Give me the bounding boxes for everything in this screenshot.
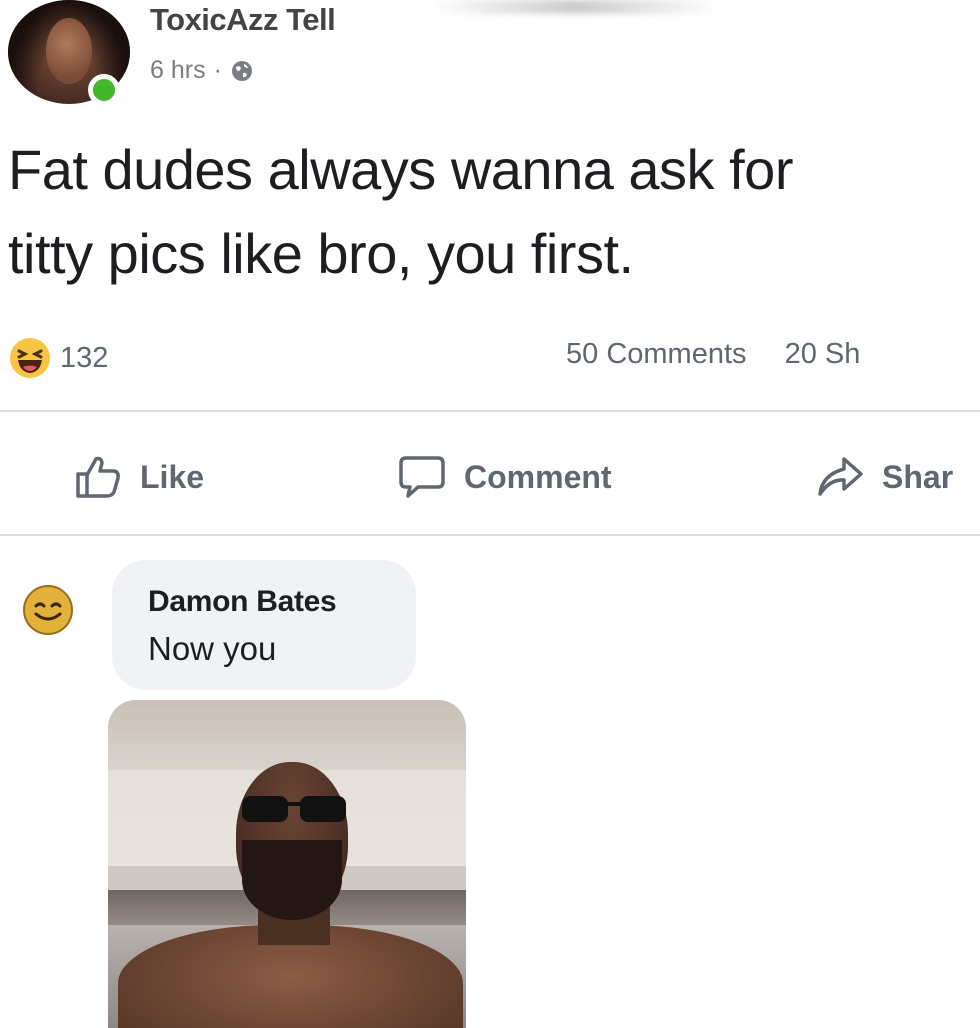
like-button[interactable]: Like bbox=[74, 454, 204, 500]
share-label: Shar bbox=[882, 458, 954, 495]
poster-name[interactable]: ToxicAzz Tell bbox=[150, 2, 336, 38]
photo-person-beard bbox=[242, 840, 342, 920]
post-timestamp[interactable]: 6 hrs bbox=[150, 56, 206, 85]
comments-count[interactable]: 50 Comments bbox=[566, 338, 747, 370]
photo-ceiling bbox=[108, 700, 466, 770]
reaction-count: 132 bbox=[60, 341, 109, 374]
comment-bubble bbox=[112, 560, 416, 690]
avatar-face bbox=[46, 18, 92, 84]
engagement-counts: 50 Comments 20 Sh bbox=[566, 338, 860, 371]
thumbs-up-icon bbox=[76, 456, 120, 498]
online-status-dot bbox=[88, 74, 120, 106]
commenter-avatar[interactable] bbox=[22, 584, 74, 636]
blurred-top-edge bbox=[430, 0, 720, 14]
share-button[interactable]: Shar bbox=[816, 454, 953, 500]
speech-bubble-icon bbox=[399, 456, 445, 498]
post-meta: 6 hrs · bbox=[150, 56, 254, 85]
commenter-name[interactable]: Damon Bates bbox=[148, 585, 337, 619]
actions-divider bbox=[0, 534, 980, 536]
shares-count[interactable]: 20 Sh bbox=[785, 338, 861, 370]
sunglasses-icon bbox=[242, 796, 346, 822]
post-text-line-2: titty pics like bro, you first. bbox=[8, 222, 634, 285]
comment-button[interactable]: Comment bbox=[398, 454, 612, 500]
like-label: Like bbox=[140, 458, 205, 495]
post-text-line-1: Fat dudes always wanna ask for bbox=[8, 138, 793, 201]
comment-text: Now you bbox=[148, 630, 277, 667]
globe-icon[interactable] bbox=[230, 59, 254, 83]
comment-photo[interactable] bbox=[108, 700, 466, 1028]
share-arrow-icon bbox=[818, 457, 863, 496]
facebook-post-screenshot: ToxicAzz Tell 6 hrs · Fat dudes always w… bbox=[0, 0, 980, 1028]
post-text: Fat dudes always wanna ask for titty pic… bbox=[8, 128, 980, 296]
stats-divider bbox=[0, 410, 980, 412]
haha-icon bbox=[10, 338, 50, 378]
comment-label: Comment bbox=[464, 458, 612, 495]
meta-separator: · bbox=[213, 56, 222, 84]
reaction-summary[interactable]: 132 bbox=[8, 336, 108, 380]
